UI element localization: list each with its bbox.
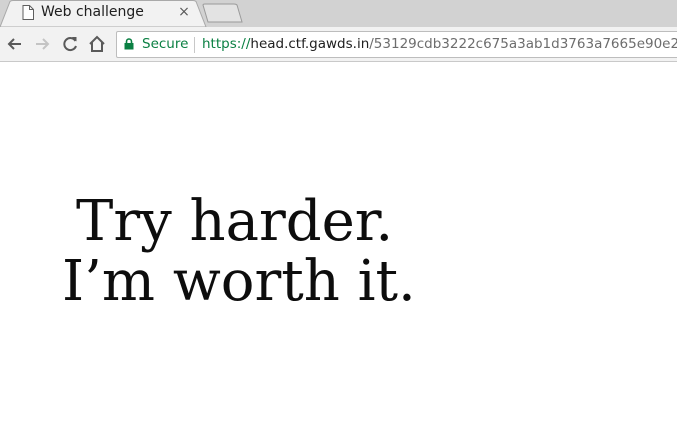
close-icon[interactable]: × bbox=[175, 3, 193, 21]
lock-icon bbox=[124, 38, 134, 50]
headline-line-1: Try harder. bbox=[76, 189, 394, 254]
tab-title: Web challenge bbox=[41, 4, 144, 20]
headline-image-text: Try harder. I’m worth it. bbox=[62, 192, 416, 312]
url-path: /53129cdb3222c675a3ab1d3763a7665e90e26ae… bbox=[369, 36, 677, 52]
tab-strip: Web challenge × bbox=[0, 0, 677, 27]
url-host: head.ctf.gawds.in bbox=[250, 36, 370, 52]
headline-line-2: I’m worth it. bbox=[62, 249, 416, 314]
browser-toolbar: Secure https://head.ctf.gawds.in/53129cd… bbox=[0, 27, 677, 62]
back-arrow-icon[interactable] bbox=[4, 33, 26, 55]
url-text[interactable]: https://head.ctf.gawds.in/53129cdb3222c6… bbox=[202, 36, 677, 52]
reload-icon[interactable] bbox=[59, 33, 81, 55]
security-label[interactable]: Secure bbox=[142, 36, 188, 52]
address-bar[interactable]: Secure https://head.ctf.gawds.in/53129cd… bbox=[116, 31, 677, 58]
page-content: Try harder. I’m worth it. bbox=[0, 62, 677, 443]
omnibox-separator bbox=[194, 37, 195, 53]
home-icon[interactable] bbox=[86, 33, 108, 55]
forward-arrow-icon[interactable] bbox=[31, 33, 53, 55]
new-tab-button[interactable] bbox=[200, 3, 246, 23]
tab-web-challenge[interactable]: Web challenge × bbox=[0, 0, 210, 27]
url-scheme: https:// bbox=[202, 36, 251, 52]
page-icon bbox=[22, 5, 34, 20]
